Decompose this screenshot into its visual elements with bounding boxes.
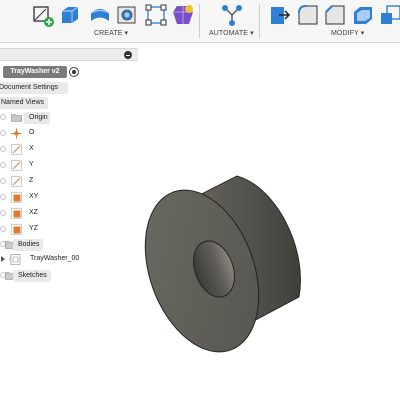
axis-icon <box>11 144 22 155</box>
document-settings-folder[interactable]: Document Settings <box>0 82 68 94</box>
hole-icon[interactable] <box>115 3 139 27</box>
origin-item-o[interactable]: O <box>0 127 60 141</box>
plane-icon <box>11 208 22 219</box>
automate-menu[interactable]: AUTOMATE ▾ <box>209 29 254 37</box>
axis-icon <box>11 176 22 187</box>
plane-icon <box>11 192 22 203</box>
axis-icon <box>11 160 22 171</box>
create-menu[interactable]: CREATE ▾ <box>94 29 128 37</box>
visibility-icon[interactable] <box>0 194 6 200</box>
origin-item-label: X <box>29 145 34 152</box>
visibility-icon[interactable] <box>0 226 6 232</box>
origin-item-label: XY <box>29 193 39 200</box>
toolbar-separator <box>259 4 260 38</box>
fillet-icon[interactable] <box>296 3 320 27</box>
extrude-icon[interactable] <box>58 3 82 27</box>
folder-icon <box>11 112 22 123</box>
sketches-folder[interactable]: Sketches <box>0 269 60 283</box>
pattern-icon[interactable] <box>144 3 168 27</box>
press-pull-icon[interactable] <box>267 3 291 27</box>
scale-icon[interactable] <box>378 3 400 27</box>
3d-viewport[interactable] <box>140 44 400 400</box>
shell-icon[interactable] <box>351 3 375 27</box>
origin-label: Origin <box>24 112 50 124</box>
plane-icon <box>11 224 22 235</box>
collapse-panel-icon[interactable] <box>124 51 132 59</box>
bodies-folder[interactable]: Bodies <box>0 238 60 252</box>
activate-radio-icon[interactable] <box>69 67 79 77</box>
visibility-icon[interactable] <box>0 162 6 168</box>
revolve-icon[interactable] <box>88 3 112 27</box>
sketches-label: Sketches <box>13 270 51 282</box>
toolbar-separator <box>199 4 200 38</box>
origin-point-icon <box>11 128 22 139</box>
origin-item-yz[interactable]: YZ <box>0 223 60 237</box>
origin-item-label: YZ <box>29 225 38 232</box>
body-icon <box>10 254 21 265</box>
expand-arrow-icon[interactable] <box>1 256 5 262</box>
browser-header <box>0 48 138 61</box>
origin-folder[interactable]: Origin <box>0 111 60 125</box>
origin-item-label: Z <box>29 177 34 184</box>
origin-item-xy[interactable]: XY <box>0 191 60 205</box>
chamfer-icon[interactable] <box>323 3 347 27</box>
origin-item-label: O <box>29 129 35 136</box>
body-item[interactable]: TrayWasher_00 <box>0 253 100 267</box>
visibility-icon[interactable] <box>0 114 6 120</box>
toolbar: CREATE ▾ AUTOMATE ▾ MODIFY ▾ <box>0 0 400 43</box>
origin-item-label: XZ <box>29 209 38 216</box>
modify-menu[interactable]: MODIFY ▾ <box>331 29 364 37</box>
origin-item-y[interactable]: Y <box>0 159 60 173</box>
visibility-icon[interactable] <box>0 146 6 152</box>
automate-icon[interactable] <box>220 3 244 27</box>
visibility-icon[interactable] <box>0 178 6 184</box>
root-component[interactable]: TrayWasher v2 <box>3 66 67 78</box>
visibility-icon[interactable] <box>0 130 6 136</box>
origin-item-x[interactable]: X <box>0 143 60 157</box>
named-views-folder[interactable]: Named Views <box>0 97 48 109</box>
washer-model[interactable] <box>140 44 400 400</box>
origin-item-z[interactable]: Z <box>0 175 60 189</box>
form-icon[interactable] <box>171 3 195 27</box>
bodies-label: Bodies <box>13 239 43 251</box>
origin-item-label: Y <box>29 161 34 168</box>
body-item-label: TrayWasher_00 <box>30 255 80 262</box>
visibility-icon[interactable] <box>0 210 6 216</box>
create-sketch-icon[interactable] <box>30 3 54 27</box>
origin-item-xz[interactable]: XZ <box>0 207 60 221</box>
